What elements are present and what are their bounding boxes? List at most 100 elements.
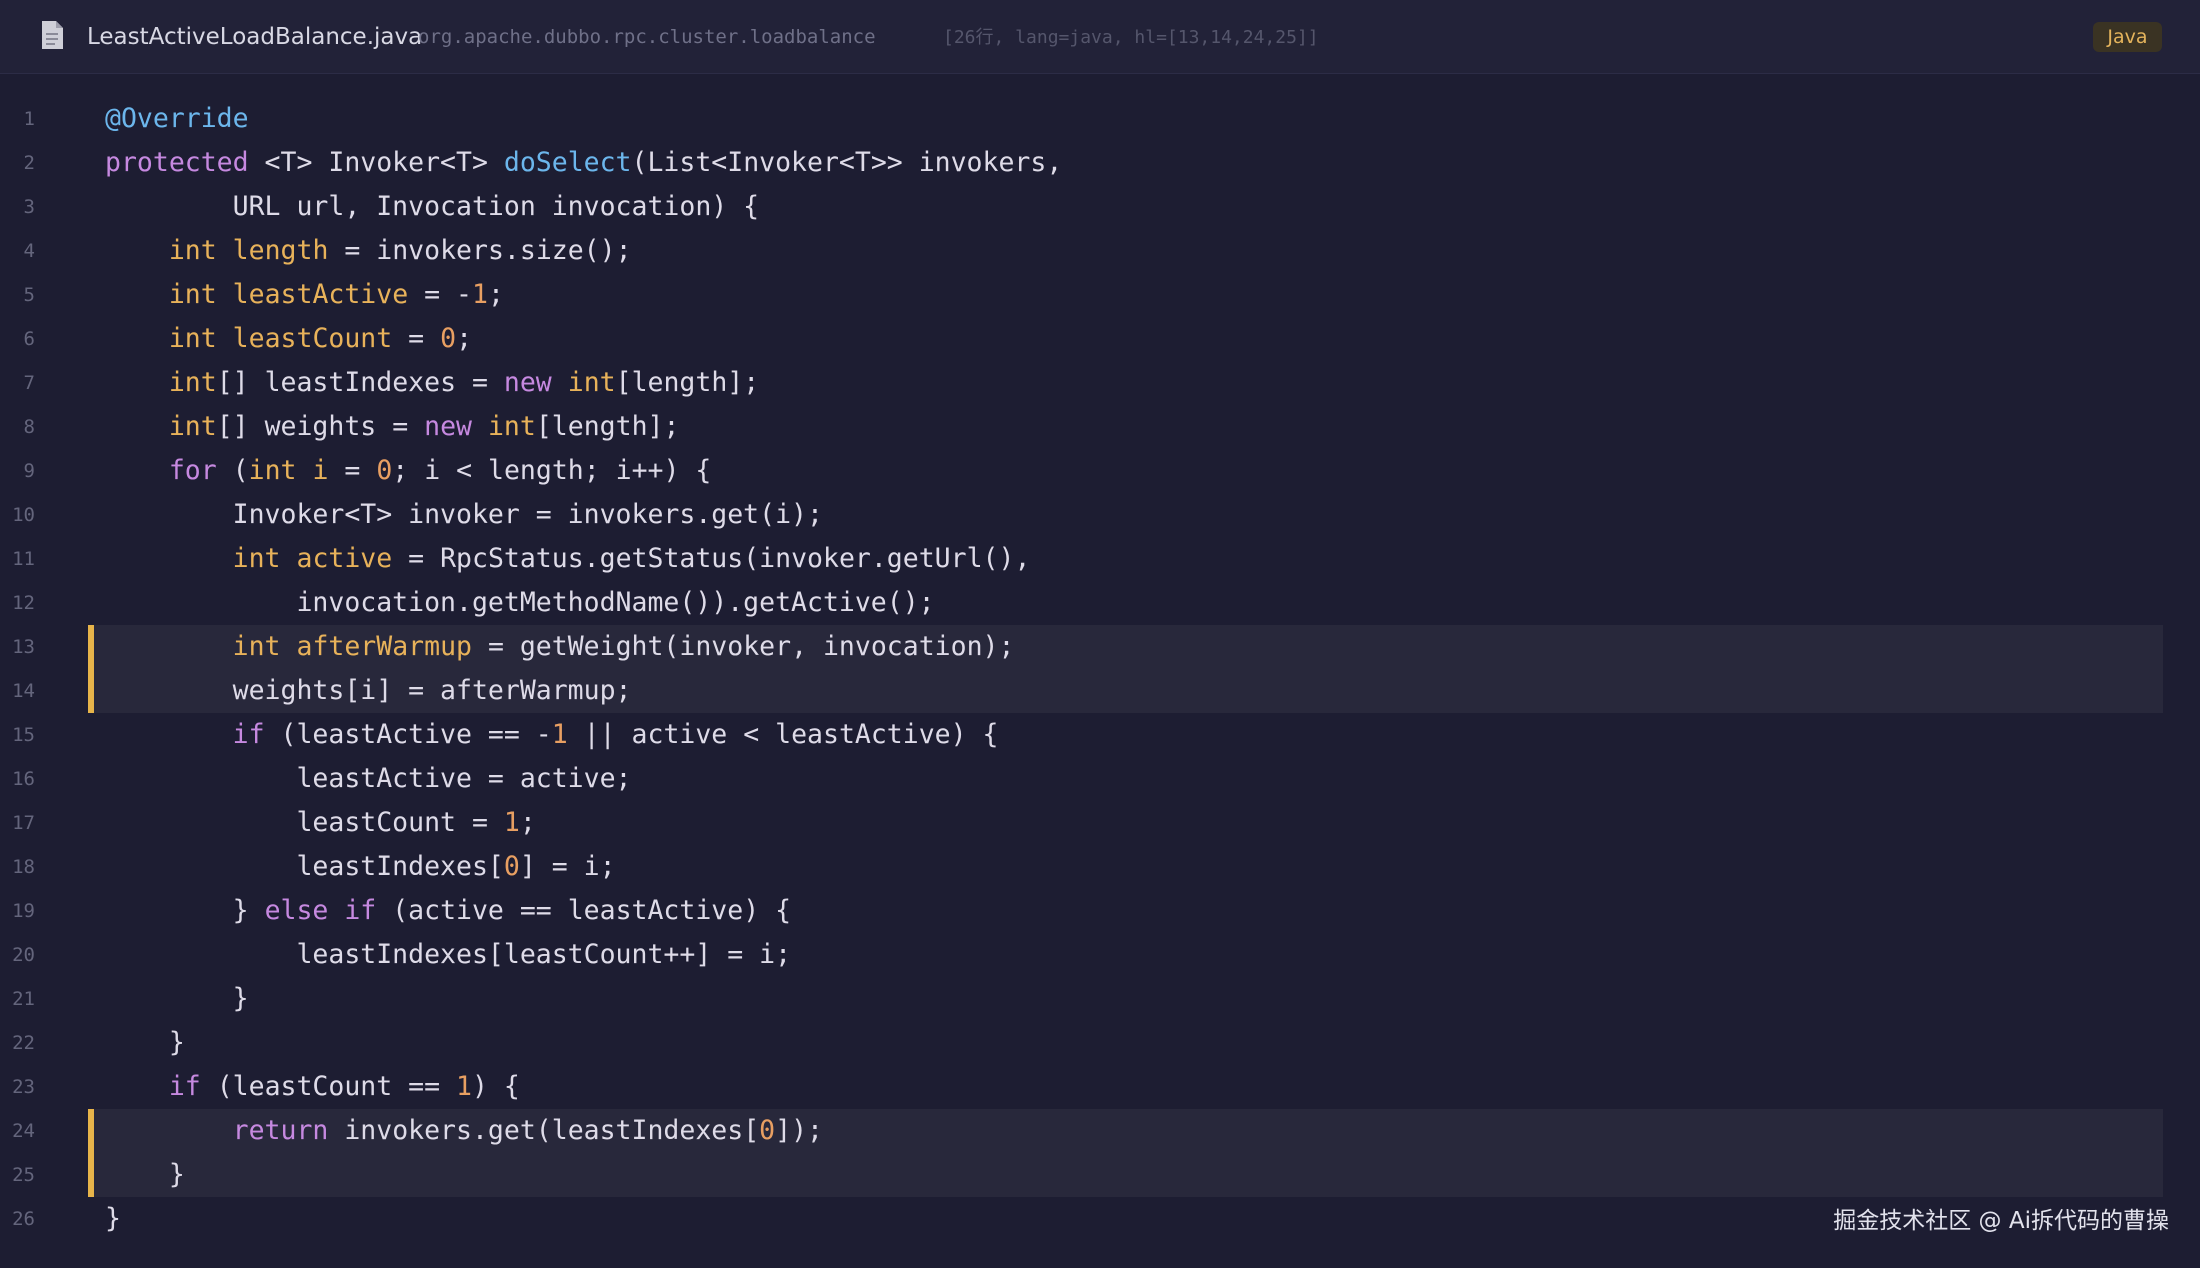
code-token: =: [392, 322, 441, 354]
line-highlight: [88, 1152, 2163, 1197]
code-text: int[] leastIndexes = new int[length];: [105, 361, 759, 405]
code-token: leastCount: [232, 322, 393, 354]
code-token: 0: [440, 322, 457, 354]
highlight-marker: [88, 668, 94, 713]
code-token: new: [424, 410, 472, 442]
code-token: int: [567, 366, 616, 398]
watermark: 掘金技术社区 @ Ai拆代码的曹操: [1833, 1208, 2169, 1234]
code-token: (: [216, 454, 249, 486]
code-line: 18 leastIndexes[0] = i;: [0, 845, 2200, 889]
code-token: int: [232, 542, 281, 574]
code-text: int leastCount = 0;: [105, 317, 472, 361]
line-number: 25: [12, 1163, 35, 1186]
highlight-marker: [88, 624, 94, 669]
code-text: weights[i] = afterWarmup;: [105, 669, 632, 713]
line-number: 6: [23, 327, 35, 350]
code-text: int afterWarmup = getWeight(invoker, inv…: [105, 625, 1015, 669]
code-token: invocation.getMethodName()).getActive();: [296, 586, 935, 618]
code-line: 2 protected <T> Invoker<T> doSelect(List<…: [0, 141, 2200, 185]
code-line: 21 }: [0, 977, 2200, 1021]
code-line: 17 leastCount = 1;: [0, 801, 2200, 845]
line-number: 15: [12, 723, 35, 746]
code-token: int: [168, 366, 217, 398]
code-token: int: [168, 410, 217, 442]
line-number: 14: [12, 679, 35, 702]
code-token: 1: [503, 806, 520, 838]
code-text: return invokers.get(leastIndexes[0]);: [105, 1109, 823, 1153]
line-number: 2: [23, 151, 35, 174]
code-line: 20 leastIndexes[leastCount++] = i;: [0, 933, 2200, 977]
code-token: if: [232, 718, 265, 750]
code-token: 0: [759, 1114, 776, 1146]
code-token: leastActive = active;: [296, 762, 632, 794]
code-text: int active = RpcStatus.getStatus(invoker…: [105, 537, 1031, 581]
code-token: [length];: [615, 366, 760, 398]
code-token: ]);: [775, 1114, 823, 1146]
code-token: URL url, Invocation invocation) {: [232, 190, 760, 222]
code-text: leastActive = active;: [105, 757, 632, 801]
code-token: 1: [551, 718, 568, 750]
code-text: @Override: [105, 97, 249, 141]
code-token: || active < leastActive) {: [567, 718, 999, 750]
code-token: 0: [376, 454, 393, 486]
code-line: 22 }: [0, 1021, 2200, 1065]
code-text: Invoker<T> invoker = invokers.get(i);: [105, 493, 823, 537]
code-token: 1: [456, 1070, 472, 1102]
code-text: protected <T> Invoker<T> doSelect(List<I…: [105, 141, 1062, 185]
code-text: }: [105, 1153, 185, 1197]
code-token: }: [105, 1202, 121, 1234]
code-token: }: [232, 894, 265, 926]
code-line: 16 leastActive = active;: [0, 757, 2200, 801]
code-block[interactable]: 1 @Override 2 protected <T> Invoker<T> doSe…: [0, 97, 2200, 1241]
code-token: =: [328, 454, 377, 486]
code-line: 3 URL url, Invocation invocation) {: [0, 185, 2200, 229]
code-token: = invokers.size();: [328, 234, 632, 266]
code-line: 25 }: [0, 1152, 2200, 1197]
code-text: if (leastActive == -1 || active < leastA…: [105, 713, 999, 757]
code-token: 1: [472, 278, 488, 310]
code-line: 11 int active = RpcStatus.getStatus(invo…: [0, 537, 2200, 581]
code-token: int: [487, 410, 536, 442]
code-line: 14 weights[i] = afterWarmup;: [0, 668, 2200, 713]
file-meta: [26行, lang=java, hl=[13,14,24,25]]: [943, 27, 1319, 48]
code-text: for (int i = 0; i < length; i++) {: [105, 449, 712, 493]
code-token: leastIndexes[leastCount++] = i;: [296, 938, 792, 970]
code-token: [] weights =: [216, 410, 425, 442]
code-token: i: [312, 454, 329, 486]
line-number: 18: [12, 855, 35, 878]
code-line: 5 int leastActive = -1;: [0, 273, 2200, 317]
file-name[interactable]: LeastActiveLoadBalance.java: [87, 0, 422, 74]
code-token: if: [168, 1070, 201, 1102]
code-text: int length = invokers.size();: [105, 229, 632, 273]
line-number: 3: [23, 195, 35, 218]
code-token: }: [168, 1158, 185, 1190]
code-line: 23 if (leastCount == 1) {: [0, 1065, 2200, 1109]
code-token: invokers.get(leastIndexes[: [328, 1114, 760, 1146]
code-text: int leastActive = -1;: [105, 273, 504, 317]
code-line: 8 int[] weights = new int[length];: [0, 405, 2200, 449]
code-token: ;: [456, 322, 473, 354]
line-number: 17: [12, 811, 35, 834]
code-token: int: [168, 278, 217, 310]
code-token: (active == leastActive) {: [376, 894, 792, 926]
line-number: 10: [12, 503, 35, 526]
line-number: 7: [23, 371, 35, 394]
code-line: 10 Invoker<T> invoker = invokers.get(i);: [0, 493, 2200, 537]
code-line: 1 @Override: [0, 97, 2200, 141]
